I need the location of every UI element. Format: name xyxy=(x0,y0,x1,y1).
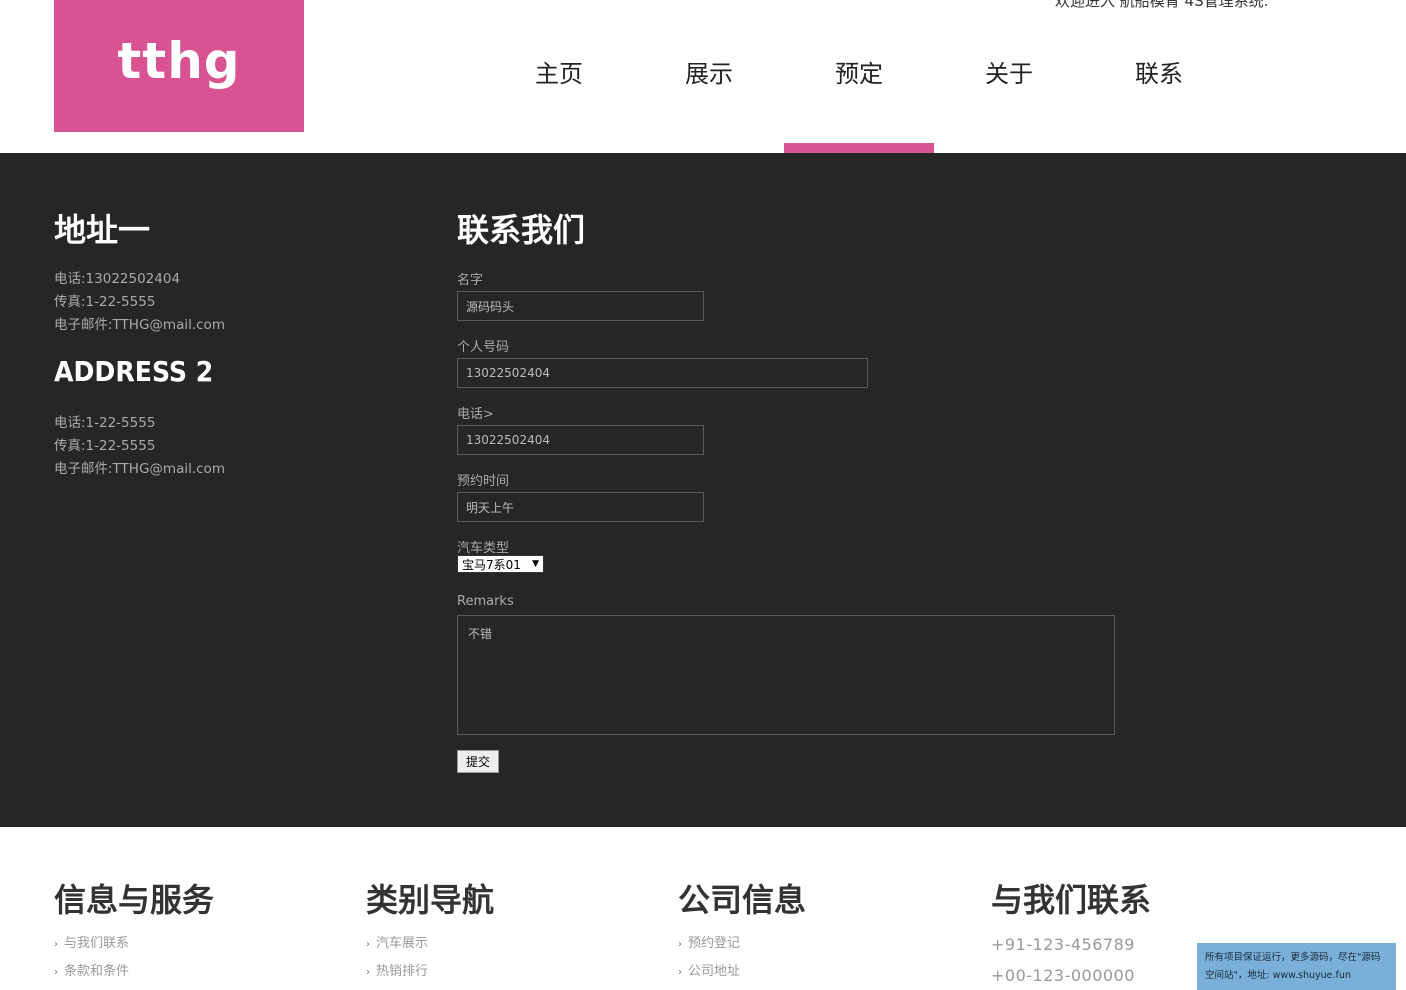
site-header: tthg 欢迎进入 航船模育 4S管理系统. 主页 展示 预定 关于 联系 xyxy=(0,0,1406,153)
car-type-label: 汽车类型 xyxy=(457,541,510,556)
nav-contact[interactable]: 联系 xyxy=(1084,54,1234,89)
address1-title: 地址一 xyxy=(54,211,151,249)
footer-link[interactable]: › 条款和条件 xyxy=(54,960,129,979)
remarks-field[interactable]: 不错 xyxy=(457,615,1115,735)
nav-showcase[interactable]: 展示 xyxy=(634,54,784,89)
booking-time-label: 预约时间 xyxy=(457,474,510,489)
address2-phone: 电话:1-22-5555 xyxy=(54,415,156,431)
phone-label: 电话> xyxy=(457,407,494,422)
car-type-selected: 宝马7系01 xyxy=(462,557,521,572)
address2-email: 电子邮件:TTHG@mail.com xyxy=(54,461,225,477)
footer-company-title: 公司信息 xyxy=(678,881,807,919)
submit-button[interactable]: 提交 xyxy=(457,750,499,773)
footer-phone: +91-123-456789 xyxy=(991,935,1135,954)
remarks-label: Remarks xyxy=(457,594,514,609)
address1-fax: 传真:1-22-5555 xyxy=(54,294,156,310)
address1-email: 电子邮件:TTHG@mail.com xyxy=(54,317,225,333)
chevron-right-icon: › xyxy=(54,939,58,950)
chevron-right-icon: › xyxy=(54,967,58,978)
address1-phone: 电话:13022502404 xyxy=(54,271,181,287)
footer-link[interactable]: › 预约登记 xyxy=(678,932,740,951)
watermark-banner: 所有项目保证运行，更多源码，尽在"源码空间站"，地址: www.shuyue.f… xyxy=(1197,943,1396,990)
logo-text: tthg xyxy=(117,32,241,90)
car-type-select[interactable]: 宝马7系01 ▼ xyxy=(457,555,544,573)
footer-link[interactable]: › 汽车展示 xyxy=(366,932,428,951)
chevron-right-icon: › xyxy=(366,967,370,978)
main-nav: 主页 展示 预定 关于 联系 xyxy=(484,54,1234,89)
footer-link[interactable]: › 公司地址 xyxy=(678,960,740,979)
nav-about[interactable]: 关于 xyxy=(934,54,1084,89)
chevron-right-icon: › xyxy=(678,967,682,978)
active-nav-indicator xyxy=(784,143,934,153)
logo[interactable]: tthg xyxy=(54,0,304,132)
id-number-field[interactable] xyxy=(457,358,868,388)
chevron-right-icon: › xyxy=(678,939,682,950)
site-footer: 信息与服务 › 与我们联系 › 条款和条件 类别导航 › 汽车展示 › 热销排行 公司信… xyxy=(0,827,1406,990)
footer-info-title: 信息与服务 xyxy=(54,881,215,919)
footer-contact-title: 与我们联系 xyxy=(991,881,1152,919)
nav-booking[interactable]: 预定 xyxy=(784,54,934,89)
chevron-down-icon: ▼ xyxy=(532,559,539,569)
name-field[interactable] xyxy=(457,291,704,321)
footer-category-title: 类别导航 xyxy=(366,881,495,919)
address2-fax: 传真:1-22-5555 xyxy=(54,438,156,454)
contact-title: 联系我们 xyxy=(457,211,586,249)
phone-field[interactable] xyxy=(457,425,704,455)
footer-link[interactable]: › 与我们联系 xyxy=(54,932,129,951)
nav-home[interactable]: 主页 xyxy=(484,54,634,89)
footer-link[interactable]: › 热销排行 xyxy=(366,960,428,979)
footer-phone: +00-123-000000 xyxy=(991,966,1135,985)
chevron-right-icon: › xyxy=(366,939,370,950)
name-label: 名字 xyxy=(457,273,484,288)
welcome-text: 欢迎进入 航船模育 4S管理系统. xyxy=(1055,0,1269,10)
booking-time-field[interactable] xyxy=(457,492,704,522)
id-number-label: 个人号码 xyxy=(457,340,510,355)
contact-section: 地址一 电话:13022502404 传真:1-22-5555 电子邮件:TTH… xyxy=(0,153,1406,827)
address2-title: ADDRESS 2 xyxy=(54,355,214,388)
